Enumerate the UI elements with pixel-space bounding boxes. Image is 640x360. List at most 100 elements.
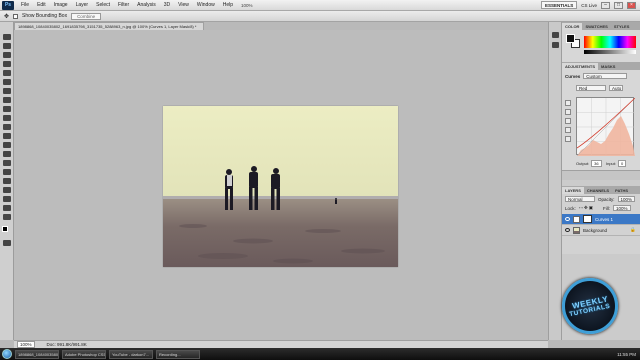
zoom-tool-icon[interactable] <box>3 214 11 220</box>
healing-brush-tool-icon[interactable] <box>3 88 11 94</box>
actions-panel-icon[interactable] <box>552 42 559 48</box>
curve-pencil-icon[interactable] <box>565 136 571 142</box>
menu-filter[interactable]: Filter <box>114 2 133 8</box>
lasso-tool-icon[interactable] <box>3 52 11 58</box>
quick-select-tool-icon[interactable] <box>3 61 11 67</box>
document-image[interactable] <box>163 106 398 267</box>
blend-mode-select[interactable]: Normal <box>565 196 595 202</box>
type-tool-icon[interactable] <box>3 169 11 175</box>
path-selection-tool-icon[interactable] <box>3 178 11 184</box>
white-point-eyedropper-icon[interactable] <box>565 127 571 133</box>
foreground-color-swatch[interactable] <box>2 226 8 232</box>
color-spectrum[interactable] <box>584 36 636 48</box>
black-point-eyedropper-icon[interactable] <box>565 109 571 115</box>
eyedropper-tool-icon[interactable] <box>3 79 11 85</box>
hand-tool-icon[interactable] <box>3 205 11 211</box>
menu-help[interactable]: Help <box>219 2 237 8</box>
blur-tool-icon[interactable] <box>3 142 11 148</box>
taskbar-item[interactable]: 1898868_10840035802... <box>15 349 59 359</box>
curve-tools <box>565 100 573 145</box>
auto-button[interactable]: Auto <box>609 85 623 91</box>
minimize-button[interactable]: – <box>601 1 610 9</box>
fill-field[interactable]: 100% <box>612 205 631 211</box>
gray-point-eyedropper-icon[interactable] <box>565 118 571 124</box>
color-panel <box>562 30 640 62</box>
tab-channels[interactable]: CHANNELS <box>584 187 612 194</box>
document-tab[interactable]: 1898868_10840035802_1691835798_3151735_5… <box>14 22 204 30</box>
eraser-tool-icon[interactable] <box>3 124 11 130</box>
pen-tool-icon[interactable] <box>3 160 11 166</box>
status-zoom-field[interactable]: 100% <box>17 341 35 348</box>
menu-layer[interactable]: Layer <box>72 2 93 8</box>
move-tool-icon[interactable]: ✥ <box>4 13 9 20</box>
menu-view[interactable]: View <box>174 2 193 8</box>
adjustments-panel-tabs: ADJUSTMENTS MASKS <box>562 62 640 70</box>
cs-live-button[interactable]: CS Live <box>581 3 597 8</box>
preset-select[interactable]: Custom <box>583 73 628 79</box>
panel-foreground-swatch[interactable] <box>566 34 575 43</box>
quick-mask-icon[interactable] <box>3 240 11 246</box>
visibility-eye-icon[interactable] <box>565 228 570 232</box>
menu-window[interactable]: Window <box>193 2 219 8</box>
crop-tool-icon[interactable] <box>3 70 11 76</box>
channel-select[interactable]: Red <box>576 85 606 91</box>
layer-name: Curves 1 <box>595 216 614 222</box>
menu-3d[interactable]: 3D <box>160 2 174 8</box>
layer-mask-thumbnail[interactable] <box>583 215 592 223</box>
menu-edit[interactable]: Edit <box>33 2 50 8</box>
tab-adjustments[interactable]: ADJUSTMENTS <box>562 63 599 70</box>
taskbar-item[interactable]: Recording... <box>156 349 200 359</box>
menu-file[interactable]: File <box>17 2 33 8</box>
menu-analysis[interactable]: Analysis <box>133 2 160 8</box>
doc-size-info[interactable]: Doc: 991.8K/991.8K <box>47 342 87 347</box>
lock-icons[interactable]: ▫▫✥▣ <box>579 205 594 211</box>
marquee-tool-icon[interactable] <box>3 43 11 49</box>
target-adjust-icon[interactable] <box>565 100 571 106</box>
layer-row-background[interactable]: Background 🔒 <box>562 225 640 236</box>
tab-paths[interactable]: PATHS <box>612 187 631 194</box>
curves-title: Curves <box>565 73 581 79</box>
taskbar-item[interactable]: Adobe Photoshop CS5 <box>62 349 106 359</box>
brush-tool-icon[interactable] <box>3 97 11 103</box>
curves-adjustment-icon <box>573 215 580 223</box>
close-button[interactable]: × <box>627 1 636 9</box>
menu-image[interactable]: Image <box>50 2 72 8</box>
tab-masks[interactable]: MASKS <box>598 63 618 70</box>
clone-stamp-tool-icon[interactable] <box>3 106 11 112</box>
curves-graph[interactable] <box>576 97 636 157</box>
visibility-eye-icon[interactable] <box>565 217 570 221</box>
history-brush-tool-icon[interactable] <box>3 115 11 121</box>
tab-color[interactable]: COLOR <box>562 23 583 30</box>
lock-label: Lock: <box>565 205 576 211</box>
gradient-tool-icon[interactable] <box>3 133 11 139</box>
output-label: Output: <box>576 161 590 166</box>
start-button[interactable] <box>2 349 12 359</box>
move-tool-icon[interactable] <box>3 34 11 40</box>
panel-icon-strip <box>548 22 562 340</box>
zoom-level-display[interactable]: 100% <box>241 3 253 8</box>
maximize-button[interactable]: □ <box>614 1 623 9</box>
photoshop-logo: Ps <box>2 0 14 10</box>
system-clock[interactable]: 11:55 PM <box>617 352 640 357</box>
workspace-switcher-button[interactable]: ESSENTIALS <box>540 1 578 9</box>
3d-rotate-tool-icon[interactable] <box>3 196 11 202</box>
dodge-tool-icon[interactable] <box>3 151 11 157</box>
layer-row-curves[interactable]: Curves 1 <box>562 214 640 225</box>
show-bounding-box-checkbox[interactable] <box>13 13 19 19</box>
color-panel-tabs: COLOR SWATCHES STYLES <box>562 22 640 30</box>
output-value-field[interactable]: 36 <box>591 160 602 167</box>
opacity-field[interactable]: 100% <box>617 196 636 202</box>
options-bar: ✥ Show Bounding Box Combine <box>0 11 640 22</box>
grayscale-ramp[interactable] <box>584 50 636 54</box>
layers-panel-tabs: LAYERS CHANNELS PATHS <box>562 186 640 194</box>
history-panel-icon[interactable] <box>552 32 559 38</box>
input-value-field[interactable]: 0 <box>618 160 627 167</box>
taskbar-item[interactable]: YouTube - darkon7... <box>109 349 153 359</box>
tab-styles[interactable]: STYLES <box>611 23 633 30</box>
tab-layers[interactable]: LAYERS <box>562 187 584 194</box>
adjustments-footer <box>562 170 640 180</box>
options-field[interactable]: Combine <box>71 12 102 20</box>
tab-swatches[interactable]: SWATCHES <box>582 23 610 30</box>
shape-tool-icon[interactable] <box>3 187 11 193</box>
menu-select[interactable]: Select <box>92 2 114 8</box>
